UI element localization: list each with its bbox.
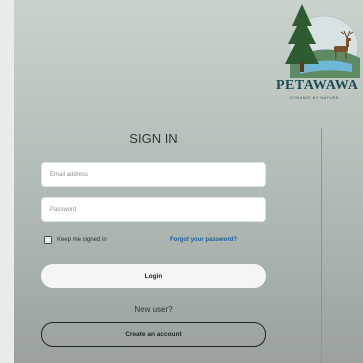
petawawa-logo: PETAWAWA DYNAMIC BY NATURE xyxy=(276,0,363,112)
sign-in-title: SIGN IN xyxy=(129,131,178,146)
forgot-password-link[interactable]: Forgot your password? xyxy=(170,237,237,243)
create-account-button[interactable]: Create an account xyxy=(41,322,266,347)
page-left-edge xyxy=(0,0,14,363)
password-placeholder: Password xyxy=(50,206,77,213)
keep-signed-in[interactable]: Keep me signed in xyxy=(44,236,107,244)
new-user-text: New user? xyxy=(134,305,173,314)
email-placeholder: Email address xyxy=(50,171,89,178)
logo-wordmark: PETAWAWA xyxy=(276,78,359,93)
keep-signed-in-label: Keep me signed in xyxy=(57,237,107,243)
vertical-divider xyxy=(321,128,322,363)
logo-tagline: DYNAMIC BY NATURE xyxy=(290,95,339,100)
keep-signed-in-checkbox[interactable] xyxy=(44,236,52,244)
password-field[interactable]: Password xyxy=(41,197,266,222)
email-field[interactable]: Email address xyxy=(41,162,266,187)
create-account-label: Create an account xyxy=(125,331,182,338)
tree-and-deer-emblem-icon xyxy=(285,4,360,78)
login-button-label: Login xyxy=(144,272,163,280)
login-button[interactable]: Login xyxy=(41,264,266,288)
